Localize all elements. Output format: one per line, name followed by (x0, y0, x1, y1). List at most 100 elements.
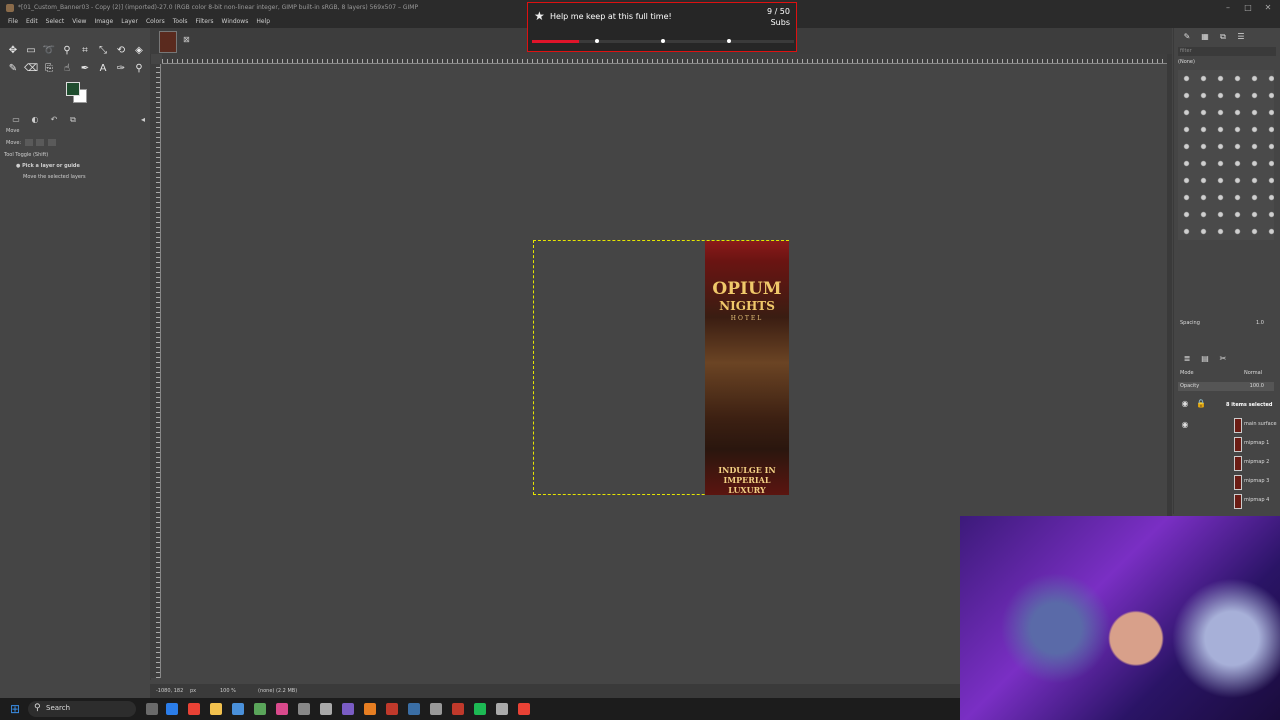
menu-view[interactable]: View (68, 16, 90, 28)
unit-select[interactable]: px (190, 684, 196, 698)
app-icon[interactable] (408, 703, 420, 715)
app-icon[interactable] (430, 703, 442, 715)
goal-progress-track (532, 39, 794, 43)
banner-tagline-line2: IMPERIAL LUXURY (723, 475, 771, 495)
document-history-icon[interactable]: ☰ (1236, 32, 1246, 42)
eye-icon[interactable]: ◉ (1180, 399, 1190, 409)
spotify-icon[interactable] (474, 703, 486, 715)
app-icon[interactable] (232, 703, 244, 715)
layer-name: mipmap 4 (1244, 497, 1270, 503)
layer-row[interactable]: mipmap 1 (1178, 435, 1278, 452)
unified-transform-icon[interactable]: ⤡ (96, 44, 110, 58)
menu-select[interactable]: Select (42, 16, 69, 28)
device-status-tab[interactable]: ◐ (29, 114, 41, 126)
lock-icon[interactable]: 🔒 (1196, 399, 1206, 409)
menu-edit[interactable]: Edit (22, 16, 42, 28)
obs-icon[interactable] (342, 703, 354, 715)
fonts-icon[interactable]: ⧉ (1218, 32, 1228, 42)
banner-title-line1: OPIUM (712, 279, 782, 299)
layer-thumbnail (1234, 475, 1242, 490)
goal-count: 9 / 50 (766, 7, 790, 16)
panel-menu-icon[interactable]: ◂ (137, 114, 149, 126)
move-layer-icon[interactable] (24, 139, 33, 146)
layers-tab-icon[interactable]: ≣ (1182, 354, 1192, 364)
menu-tools[interactable]: Tools (169, 16, 192, 28)
images-tab[interactable]: ⧉ (67, 114, 79, 126)
pattern-icon[interactable]: ▦ (1200, 32, 1210, 42)
undo-history-tab[interactable]: ↶ (48, 114, 60, 126)
menu-file[interactable]: File (4, 16, 22, 28)
app-icon[interactable] (496, 703, 508, 715)
layer-row[interactable]: ◉ main surface (1178, 416, 1278, 433)
close-button[interactable]: ✕ (1258, 0, 1278, 16)
channels-tab-icon[interactable]: ▤ (1200, 354, 1210, 364)
gimp-icon (6, 4, 14, 12)
chrome-icon[interactable] (518, 703, 530, 715)
window-title: *[01_Custom_Banner03 - Copy (2)] (import… (18, 4, 419, 11)
spacing-value[interactable]: 1.0 (1256, 320, 1264, 326)
move-tool-icon[interactable]: ✥ (6, 44, 20, 58)
fuzzy-select-icon[interactable]: ⚲ (60, 44, 74, 58)
horizontal-ruler[interactable] (162, 54, 1172, 64)
warp-icon[interactable]: ⟲ (114, 44, 128, 58)
clone-icon[interactable]: ⎘ (42, 62, 56, 76)
lasso-icon[interactable]: ➰ (42, 44, 56, 58)
app-icon[interactable] (364, 703, 376, 715)
zoom-icon[interactable]: ⚲ (132, 62, 146, 76)
maximize-button[interactable]: □ (1238, 0, 1258, 16)
color-picker-icon[interactable]: ✑ (114, 62, 128, 76)
menu-help[interactable]: Help (252, 16, 274, 28)
banner-image[interactable]: OPIUM NIGHTS HOTEL INDULGE IN IMPERIAL L… (705, 241, 789, 495)
menu-windows[interactable]: Windows (218, 16, 253, 28)
chrome-icon[interactable] (188, 703, 200, 715)
eraser-icon[interactable]: ⌫ (24, 62, 38, 76)
zoom-select[interactable]: 100 % (220, 684, 236, 698)
app-icon[interactable] (320, 703, 332, 715)
paintbrush-icon[interactable]: ✎ (6, 62, 20, 76)
radio-move-selected[interactable]: Move the selected layers (23, 174, 86, 180)
foreground-color[interactable] (66, 82, 80, 96)
layer-row[interactable]: mipmap 4 (1178, 492, 1278, 509)
paths-tab-icon[interactable]: ✂ (1218, 354, 1228, 364)
mode-select[interactable]: Normal (1244, 370, 1262, 376)
visibility-eye-icon[interactable]: ◉ (1180, 420, 1190, 430)
menu-layer[interactable]: Layer (117, 16, 142, 28)
text-tool-icon[interactable]: A (96, 62, 110, 76)
paths-icon[interactable]: ✒ (78, 62, 92, 76)
brush-filter-input[interactable]: filter (1178, 47, 1276, 56)
brush-grid[interactable] (1178, 70, 1274, 240)
smudge-icon[interactable]: ☝ (60, 62, 74, 76)
task-view-icon[interactable] (146, 703, 158, 715)
tool-options-tab[interactable]: ▭ (10, 114, 22, 126)
windows-start-icon[interactable]: ⊞ (10, 703, 22, 715)
app-icon[interactable] (386, 703, 398, 715)
close-image-icon[interactable]: ⊠ (183, 36, 191, 44)
move-selection-icon[interactable] (36, 139, 45, 146)
menu-colors[interactable]: Colors (142, 16, 169, 28)
brush-icon[interactable]: ✎ (1182, 32, 1192, 42)
app-icon[interactable] (298, 703, 310, 715)
edge-icon[interactable] (166, 703, 178, 715)
selected-brush-label: (None) (1178, 59, 1195, 65)
radio-pick-layer[interactable]: ● Pick a layer or guide (16, 163, 80, 169)
toolbox: ✥ ▭ ➰ ⚲ ⌗ ⤡ ⟲ ◈ ✎ ⌫ ⎘ ☝ ✒ A ✑ ⚲ ▭ ◐ ↶ ⧉ … (0, 28, 151, 680)
crop-icon[interactable]: ⌗ (78, 44, 92, 58)
file-explorer-icon[interactable] (210, 703, 222, 715)
layer-name: mipmap 3 (1244, 478, 1270, 484)
move-path-icon[interactable] (47, 139, 56, 146)
menu-image[interactable]: Image (90, 16, 117, 28)
menu-filters[interactable]: Filters (192, 16, 218, 28)
app-icon[interactable] (254, 703, 266, 715)
opacity-slider[interactable]: Opacity 100.0 (1178, 382, 1274, 391)
app-icon[interactable] (276, 703, 288, 715)
bucket-fill-icon[interactable]: ◈ (132, 44, 146, 58)
app-icon[interactable] (452, 703, 464, 715)
minimize-button[interactable]: – (1218, 0, 1238, 16)
layer-row[interactable]: mipmap 2 (1178, 454, 1278, 471)
layers-selection-status: 8 items selected (1226, 402, 1273, 408)
layer-row[interactable]: mipmap 3 (1178, 473, 1278, 490)
rect-select-icon[interactable]: ▭ (24, 44, 38, 58)
image-tab-thumbnail[interactable] (159, 31, 177, 53)
vertical-ruler[interactable] (150, 64, 161, 678)
taskbar-search[interactable]: ⚲ Search (28, 701, 136, 717)
